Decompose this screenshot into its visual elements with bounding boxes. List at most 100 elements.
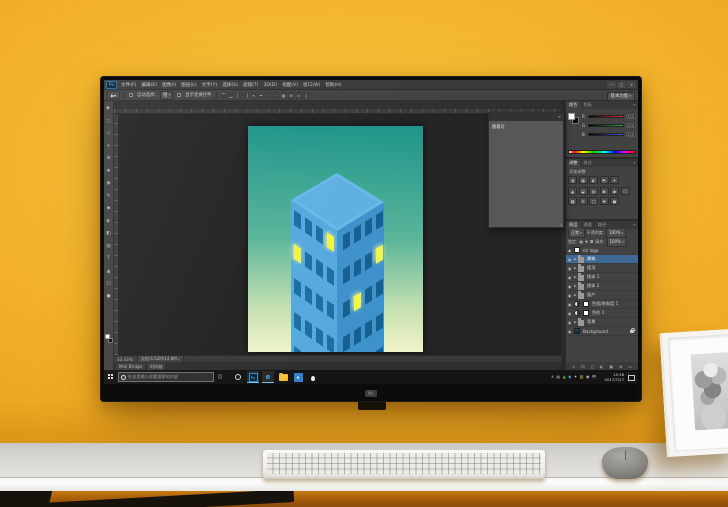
channel-slider[interactable] <box>588 133 624 137</box>
layers-tab-2[interactable]: 路径 <box>595 221 609 229</box>
layer-row-4[interactable]: ◉▶楼体 2 <box>566 282 638 291</box>
layer-row-6[interactable]: ◉色相/饱和度 1 <box>566 300 638 309</box>
adjustment-icon-2-0[interactable]: ▩ <box>568 197 577 205</box>
taskbar-app-edge[interactable]: e <box>262 371 274 383</box>
layers-tab-0[interactable]: 图层 <box>566 221 580 229</box>
close-button[interactable]: × <box>627 81 636 88</box>
task-view-button[interactable]: ◫ <box>214 374 226 380</box>
menu-item-2[interactable]: 图像(I) <box>162 82 176 88</box>
adjustment-icon-0-2[interactable]: ◐ <box>589 176 598 184</box>
foreground-swatch[interactable] <box>105 334 110 339</box>
action-center-icon[interactable] <box>628 372 636 382</box>
adjustment-icon-1-5[interactable]: ○ <box>621 187 630 195</box>
adjustment-icon[interactable]: ◐ <box>600 364 604 369</box>
tray-icon-5[interactable]: ▥ <box>580 370 584 384</box>
layer-row-0[interactable]: ◉mi logo <box>566 246 638 255</box>
tool-13-icon[interactable]: ▲ <box>104 266 114 279</box>
menu-item-8[interactable]: 视图(V) <box>282 82 298 88</box>
layer-row-7[interactable]: ◉色阶 1 <box>566 309 638 318</box>
tool-12-icon[interactable]: T <box>104 253 114 266</box>
tool-4-icon[interactable]: ⊞ <box>104 153 114 166</box>
adjust-tab-1[interactable]: 样式 <box>580 159 594 167</box>
auto-select-checkbox[interactable] <box>129 93 133 97</box>
channel-slider[interactable] <box>588 115 624 119</box>
color-fg-bg-swatch[interactable] <box>568 113 580 125</box>
color-tab-0[interactable]: 颜色 <box>566 101 580 109</box>
tray-icon-2[interactable]: ▲ <box>563 370 566 384</box>
layer-row-3[interactable]: ◉▶楼体 1 <box>566 273 638 282</box>
workspace-switcher-button[interactable]: 基本功能 <box>607 92 635 101</box>
taskbar-app-qq[interactable] <box>307 371 319 383</box>
fg-bg-swatches[interactable] <box>105 334 114 344</box>
tool-6-icon[interactable]: ◉ <box>104 178 114 191</box>
align-button-3[interactable]: ▕ <box>243 92 249 99</box>
tool-8-icon[interactable]: ◆ <box>104 203 114 216</box>
auto-select-dropdown[interactable]: 组 <box>160 91 173 100</box>
channel-slider[interactable] <box>588 124 624 128</box>
photoshop-app-icon[interactable]: Ps <box>106 81 117 89</box>
layer-row-9[interactable]: ◉Background <box>566 327 638 336</box>
fx-icon[interactable]: fx <box>581 364 585 369</box>
tray-icon-1[interactable]: ▤ <box>556 370 560 384</box>
lock-all-icon[interactable]: ◘ <box>590 239 593 244</box>
adjustment-icon-1-3[interactable]: ◉ <box>600 187 609 195</box>
adjustment-icon-1-4[interactable]: ◆ <box>610 187 619 195</box>
delete-icon[interactable]: ▭ <box>628 364 632 369</box>
align-button-0[interactable]: ▔ <box>221 92 227 99</box>
adjustment-icon-0-1[interactable]: ▦ <box>579 176 588 184</box>
zoom-level[interactable]: 33.33% <box>117 357 133 362</box>
align-button-2[interactable]: ▏ <box>236 92 242 99</box>
mask-icon[interactable]: ◻ <box>591 364 594 369</box>
link-icon[interactable]: ∞ <box>572 364 575 369</box>
menu-item-5[interactable]: 选择(S) <box>222 82 238 88</box>
canvas-artwork-isometric-building[interactable] <box>248 126 423 352</box>
menu-item-10[interactable]: 帮助(H) <box>325 82 341 88</box>
layer-row-8[interactable]: ◉▶背景 <box>566 318 638 327</box>
lock-move-icon[interactable]: ✥ <box>585 239 588 244</box>
show-transform-checkbox[interactable] <box>177 93 181 97</box>
tray-icon-6[interactable]: ◉ <box>586 370 590 384</box>
menu-item-6[interactable]: 滤镜(T) <box>243 82 259 88</box>
tool-2-icon[interactable]: ◇ <box>104 128 114 141</box>
layers-tab-1[interactable]: 通道 <box>580 221 594 229</box>
align-button-9[interactable]: ⊞ <box>288 92 294 99</box>
new-layer-icon[interactable]: ⊞ <box>619 364 622 369</box>
floating-panel-header[interactable]: 信息 ≡ <box>489 113 563 121</box>
layer-row-5[interactable]: ◉▶窗户 <box>566 291 638 300</box>
tool-3-icon[interactable]: ✳ <box>104 141 114 154</box>
adjustment-icon-0-0[interactable]: ◑ <box>568 176 577 184</box>
align-button-11[interactable]: ▯ <box>303 92 309 99</box>
tool-14-icon[interactable]: □ <box>104 278 114 291</box>
taskbar-app-folder[interactable] <box>277 371 289 383</box>
menu-item-0[interactable]: 文件(F) <box>121 82 136 88</box>
color-tab-1[interactable]: 色板 <box>580 101 594 109</box>
align-button-8[interactable]: ▦ <box>281 92 287 99</box>
tray-icon-0[interactable]: ∧ <box>551 370 554 384</box>
mini-bridge-tab[interactable]: Mini Bridge <box>116 363 145 370</box>
layer-row-2[interactable]: ◉▶楼顶 <box>566 264 638 273</box>
adjustment-icon-1-0[interactable]: ▲ <box>568 187 577 195</box>
menu-item-9[interactable]: 窗口(W) <box>303 82 320 88</box>
minimize-button[interactable]: — <box>607 81 616 88</box>
tool-0-icon[interactable]: ▶ <box>104 103 114 116</box>
tool-9-icon[interactable]: ◐ <box>104 216 114 229</box>
tool-preset-chip[interactable]: ▶▾ <box>107 91 120 99</box>
align-button-5[interactable]: ═ <box>258 92 264 99</box>
adjustment-icon-1-1[interactable]: ◒ <box>579 187 588 195</box>
color-spectrum-ramp[interactable] <box>568 150 636 155</box>
tool-5-icon[interactable]: ✚ <box>104 166 114 179</box>
menu-item-7[interactable]: 3D(D) <box>263 83 277 88</box>
channel-value[interactable]: 255 <box>626 114 636 120</box>
tool-15-icon[interactable]: ● <box>104 291 114 304</box>
adjustment-icon-2-1[interactable]: ≡ <box>579 197 588 205</box>
taskbar-app-photoshop[interactable]: Ps <box>247 371 259 383</box>
tool-10-icon[interactable]: ◧ <box>104 228 114 241</box>
adjustment-icon-0-3[interactable]: ◓ <box>600 176 609 184</box>
layer-row-1[interactable]: ◉▶建筑 <box>566 255 638 264</box>
adjustment-icon-1-2[interactable]: ▤ <box>589 187 598 195</box>
tool-1-icon[interactable]: ◻ <box>104 116 114 129</box>
start-button[interactable] <box>104 370 118 384</box>
timeline-tab[interactable]: 时间轴 <box>147 363 165 370</box>
channel-value[interactable]: 255 <box>626 132 636 138</box>
menu-item-4[interactable]: 文字(Y) <box>202 82 218 88</box>
